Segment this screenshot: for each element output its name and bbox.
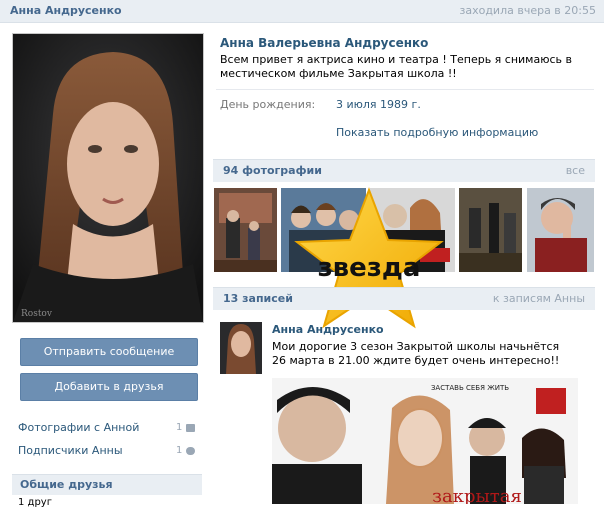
photos-title[interactable]: 94 фотографии	[223, 164, 322, 177]
profile-avatar[interactable]: Rostov	[12, 33, 204, 323]
full-name: Анна Валерьевна Андрусенко	[220, 36, 429, 50]
divider	[216, 89, 594, 90]
camera-icon	[186, 424, 195, 432]
subscribers-count: 1	[176, 445, 183, 456]
subscribers-link[interactable]: Подписчики Анны	[18, 444, 123, 457]
mutual-friends-title: Общие друзья	[20, 478, 113, 491]
profile-page: Анна Андрусенко заходила вчера в 20:55 R…	[0, 0, 604, 508]
photo-thumb[interactable]	[214, 188, 277, 272]
poster-tagline: ЗАСТАВЬ СЕБЯ ЖИТЬ	[431, 384, 509, 392]
mutual-friends-bar[interactable]: Общие друзья	[12, 474, 202, 495]
star-badge: звезда	[294, 187, 444, 329]
photos-with-count: 1	[176, 422, 183, 433]
birthday-value[interactable]: 3 июля 1989 г.	[336, 98, 421, 111]
send-message-button[interactable]: Отправить сообщение	[20, 338, 198, 366]
photo-thumb[interactable]	[527, 188, 594, 272]
to-posts-link[interactable]: к записям Анны	[493, 292, 585, 305]
post-author-avatar[interactable]	[220, 322, 262, 374]
avatar-signature: Rostov	[21, 309, 53, 319]
show-more-info-link[interactable]: Показать подробную информацию	[336, 126, 538, 139]
photos-with-link[interactable]: Фотографии с Анной	[18, 421, 139, 434]
post-text: Мои дорогие 3 сезон Закрытой школы начьн…	[272, 340, 560, 367]
photos-section-bar[interactable]: 94 фотографии все	[213, 159, 595, 182]
last-seen-status: заходила вчера в 20:55	[459, 4, 596, 17]
posts-title[interactable]: 13 записей	[223, 292, 293, 305]
star-badge-text: звезда	[318, 253, 421, 283]
mutual-friends-count[interactable]: 1 друг	[18, 497, 52, 508]
post-author[interactable]: Анна Андрусенко	[272, 323, 384, 336]
posts-section-bar[interactable]: 13 записей к записям Анны	[213, 287, 595, 310]
photo-thumb[interactable]	[459, 188, 522, 272]
status-text: Всем привет я актриса кино и театра ! Те…	[220, 53, 572, 80]
photos-all-link[interactable]: все	[566, 164, 585, 177]
poster-title: закрытая	[432, 486, 522, 504]
people-icon	[186, 447, 195, 455]
header-name[interactable]: Анна Андрусенко	[10, 4, 122, 17]
post-image[interactable]: ЗАСТАВЬ СЕБЯ ЖИТЬ закрытая	[272, 378, 578, 504]
profile-header-bar: Анна Андрусенко заходила вчера в 20:55	[0, 0, 604, 23]
birthday-label: День рождения:	[220, 98, 316, 111]
add-friend-button[interactable]: Добавить в друзья	[20, 373, 198, 401]
